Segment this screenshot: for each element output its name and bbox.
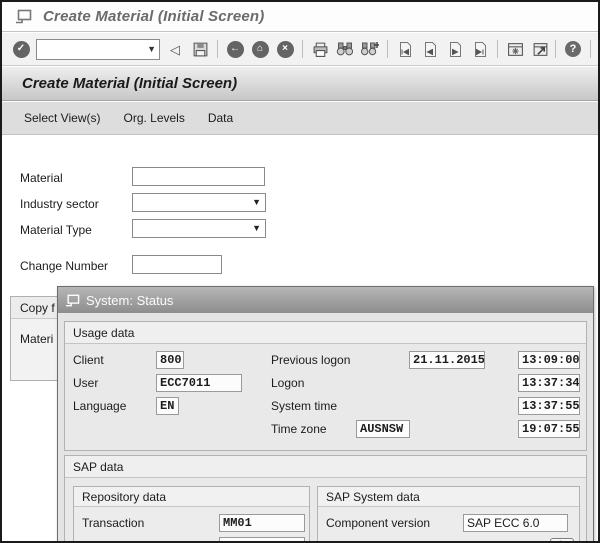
shortcut-icon[interactable] <box>530 39 550 59</box>
toolbar-separator <box>387 40 388 58</box>
client-label: Client <box>73 353 104 367</box>
material-input[interactable] <box>132 167 265 186</box>
change-number-label: Change Number <box>20 259 109 273</box>
component-info-button[interactable] <box>550 538 574 541</box>
material-type-combo[interactable]: ▼ <box>132 219 266 238</box>
command-dropdown-icon[interactable]: ▼ <box>147 44 156 54</box>
material-label: Material <box>20 171 63 185</box>
usage-data-title: Usage data <box>73 325 135 340</box>
toolbar-separator <box>217 40 218 58</box>
help-icon[interactable]: ? <box>563 39 583 59</box>
toolbar-separator <box>497 40 498 58</box>
data-button[interactable]: Data <box>206 108 235 128</box>
system-time-label: System time <box>271 399 338 413</box>
find-icon[interactable] <box>335 39 355 59</box>
sap-data-groupbox: SAP data Repository data Transaction MM0… <box>64 455 587 541</box>
transaction-label: Transaction <box>82 516 145 530</box>
screen-title: Create Material (Initial Screen) <box>22 75 238 92</box>
program-screen-value: SAPLMGMM <box>219 537 305 541</box>
industry-sector-label: Industry sector <box>20 197 99 211</box>
user-value: ECC7011 <box>156 374 242 392</box>
dialog-screen-icon <box>65 294 80 307</box>
language-label: Language <box>73 399 127 413</box>
program-screen-label: Program (screen) <box>82 537 175 541</box>
select-views-button[interactable]: Select View(s) <box>22 108 102 128</box>
material-type-label: Material Type <box>20 223 92 237</box>
logon-label: Logon <box>271 376 305 390</box>
save-icon[interactable] <box>190 39 210 59</box>
toolbar-separator <box>555 40 556 58</box>
back-icon[interactable]: ← <box>225 39 245 59</box>
command-field[interactable] <box>37 40 141 58</box>
copy-from-title: Copy f <box>20 300 55 315</box>
sap-system-data-groupbox: SAP System data Component version SAP EC… <box>317 486 580 541</box>
standard-toolbar: ✓ ▼ ◁ ← ⌂ × ? <box>2 33 598 66</box>
window-titlebar: Create Material (Initial Screen) <box>2 2 598 32</box>
chevron-down-icon: ▼ <box>252 197 261 207</box>
language-value: EN <box>156 397 179 415</box>
cancel-icon[interactable]: × <box>275 39 295 59</box>
chevron-down-icon: ▼ <box>252 223 261 233</box>
time-zone-label: Time zone <box>271 422 327 436</box>
client-value: 800 <box>156 351 184 369</box>
industry-sector-combo[interactable]: ▼ <box>132 193 266 212</box>
logon-time: 13:37:34 <box>518 374 580 392</box>
continue-icon[interactable]: ✓ <box>11 39 31 59</box>
dialog-title: System: Status <box>86 292 174 308</box>
toolbar-separator <box>302 40 303 58</box>
usage-data-groupbox: Usage data Client 800 User ECC7011 Langu… <box>64 321 587 451</box>
time-zone-value: AUSNSW <box>356 420 410 438</box>
system-status-dialog: System: Status Usage data Client 800 Use… <box>57 286 594 541</box>
repository-data-groupbox: Repository data Transaction MM01 Program… <box>73 486 310 541</box>
application-toolbar: Select View(s) Org. Levels Data <box>2 102 598 135</box>
previous-logon-time: 13:09:00 <box>518 351 580 369</box>
last-page-icon[interactable] <box>470 39 490 59</box>
print-icon[interactable] <box>310 39 330 59</box>
first-page-icon[interactable] <box>395 39 415 59</box>
toolbar-separator <box>590 40 591 58</box>
sap-window: Create Material (Initial Screen) ✓ ▼ ◁ ←… <box>0 0 600 543</box>
dialog-body: Usage data Client 800 User ECC7011 Langu… <box>58 313 593 541</box>
copy-from-material-label: Materi <box>20 332 54 346</box>
sap-screen-icon <box>15 9 32 24</box>
window-title: Create Material (Initial Screen) <box>43 8 265 25</box>
screen-titlebar: Create Material (Initial Screen) <box>2 67 598 101</box>
find-next-icon[interactable] <box>360 39 380 59</box>
user-label: User <box>73 376 99 390</box>
new-session-icon[interactable] <box>505 39 525 59</box>
hide-command-field-icon[interactable]: ◁ <box>165 39 185 59</box>
previous-page-icon[interactable] <box>420 39 440 59</box>
sap-system-data-title: SAP System data <box>326 489 420 504</box>
next-page-icon[interactable] <box>445 39 465 59</box>
previous-logon-date: 21.11.2015 <box>409 351 485 369</box>
change-number-input[interactable] <box>132 255 222 274</box>
exit-icon[interactable]: ⌂ <box>250 39 270 59</box>
transaction-value: MM01 <box>219 514 305 532</box>
previous-logon-label: Previous logon <box>271 353 351 367</box>
sap-data-title: SAP data <box>73 459 124 474</box>
magnifier-icon <box>554 539 570 541</box>
system-time-value: 13:37:55 <box>518 397 580 415</box>
time-zone-time: 19:07:55 <box>518 420 580 438</box>
component-version-value: SAP ECC 6.0 <box>463 514 568 532</box>
repository-data-title: Repository data <box>82 489 167 504</box>
command-field-wrap: ▼ <box>36 38 160 60</box>
component-version-label: Component version <box>326 516 431 530</box>
org-levels-button[interactable]: Org. Levels <box>121 108 186 128</box>
dialog-titlebar[interactable]: System: Status <box>58 287 593 313</box>
